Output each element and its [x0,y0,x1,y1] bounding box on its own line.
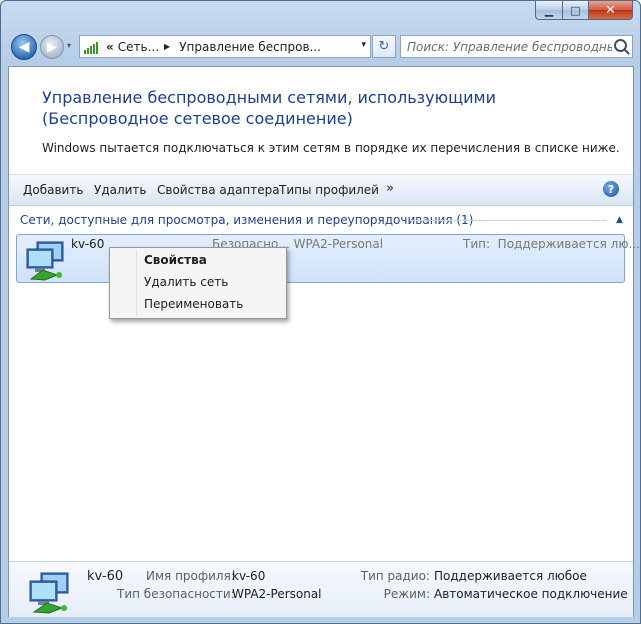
network-list-item[interactable]: kv-60 Безопасно... WPA2-Personal Тип: По… [16,234,640,283]
maximize-button[interactable]: □ [563,1,589,20]
page-title: Управление беспроводными сетями, использ… [42,88,497,128]
security-type-value: WPA2-Personal [232,587,322,601]
network-name: kv-60 [71,237,105,251]
close-button[interactable]: ✕ [589,1,633,20]
details-network-name: kv-60 [87,569,124,584]
address-dropdown-icon[interactable]: ▾ [361,40,366,50]
add-button[interactable]: Добавить [23,183,83,197]
forward-arrow-icon: ▶ [47,39,57,55]
radio-type-value: Поддерживается любое [434,569,587,583]
menu-item-delete-network[interactable]: Удалить сеть [144,275,228,289]
profile-types-button[interactable]: Типы профилей [279,183,379,197]
network-signal-icon [84,40,100,54]
group-header[interactable]: Сети, доступные для просмотра, изменения… [20,213,473,227]
minimize-button[interactable]: ▁ [535,1,563,20]
navigation-bar: ◀ ▶ ▾ « Сеть... ▶ Управление беспров... … [11,34,633,60]
search-input[interactable] [407,39,612,54]
search-box[interactable] [400,35,633,58]
profile-name-label: Имя профиля: [146,569,235,583]
mode-value: Автоматическое подключение [434,587,628,601]
caption-buttons: ▁ □ ✕ [535,1,633,21]
wireless-network-icon [26,241,64,281]
back-arrow-icon: ◀ [18,39,30,55]
help-icon[interactable]: ? [603,181,619,197]
menu-item-rename[interactable]: Переименовать [144,297,243,311]
command-toolbar: Добавить Удалить Свойства адаптера Типы … [9,174,633,206]
security-type-label: Тип безопасности: [117,587,235,601]
search-icon[interactable] [614,39,627,52]
back-button[interactable]: ◀ [11,34,37,60]
context-menu: Свойства Удалить сеть Переименовать [109,247,287,319]
address-bar[interactable]: « Сеть... ▶ Управление беспров... ▾ [79,35,371,58]
wireless-network-icon [29,572,69,614]
page-description: Windows пытается подключаться к этим сет… [42,141,620,155]
network-type: Тип: Поддерживается лю... [463,237,640,251]
collapse-chevron-icon[interactable]: ▲ [616,215,623,225]
breadcrumb-item-network[interactable]: Сеть... [118,40,159,54]
refresh-icon: ↻ [378,39,390,54]
group-divider [411,220,607,221]
remove-button[interactable]: Удалить [94,183,147,197]
details-pane: kv-60 Имя профиля: kv-60 Тип безопасност… [9,561,633,617]
breadcrumb-separator-icon[interactable]: ▶ [164,42,170,51]
recent-pages-button[interactable]: ▾ [67,41,71,50]
forward-button[interactable]: ▶ [40,35,64,59]
context-menu-gutter [136,250,137,316]
network-type-value: Поддерживается лю... [497,237,640,251]
content-pane: Управление беспроводными сетями, использ… [8,66,640,617]
radio-type-label: Тип радио: [360,569,430,583]
network-type-label: Тип: [463,237,491,251]
toolbar-overflow-button[interactable]: » [386,181,394,196]
adapter-properties-button[interactable]: Свойства адаптера [157,183,280,197]
mode-label: Режим: [383,587,430,601]
breadcrumb-overflow-button[interactable]: « [106,40,114,54]
profile-name-value: kv-60 [232,569,266,583]
refresh-button[interactable]: ↻ [372,35,396,58]
breadcrumb-item-wireless[interactable]: Управление беспров... [179,40,321,54]
menu-item-properties[interactable]: Свойства [144,253,207,267]
wireless-networks-window: ▁ □ ✕ ◀ ▶ ▾ « Сеть... ▶ Управление беспр… [0,0,641,624]
